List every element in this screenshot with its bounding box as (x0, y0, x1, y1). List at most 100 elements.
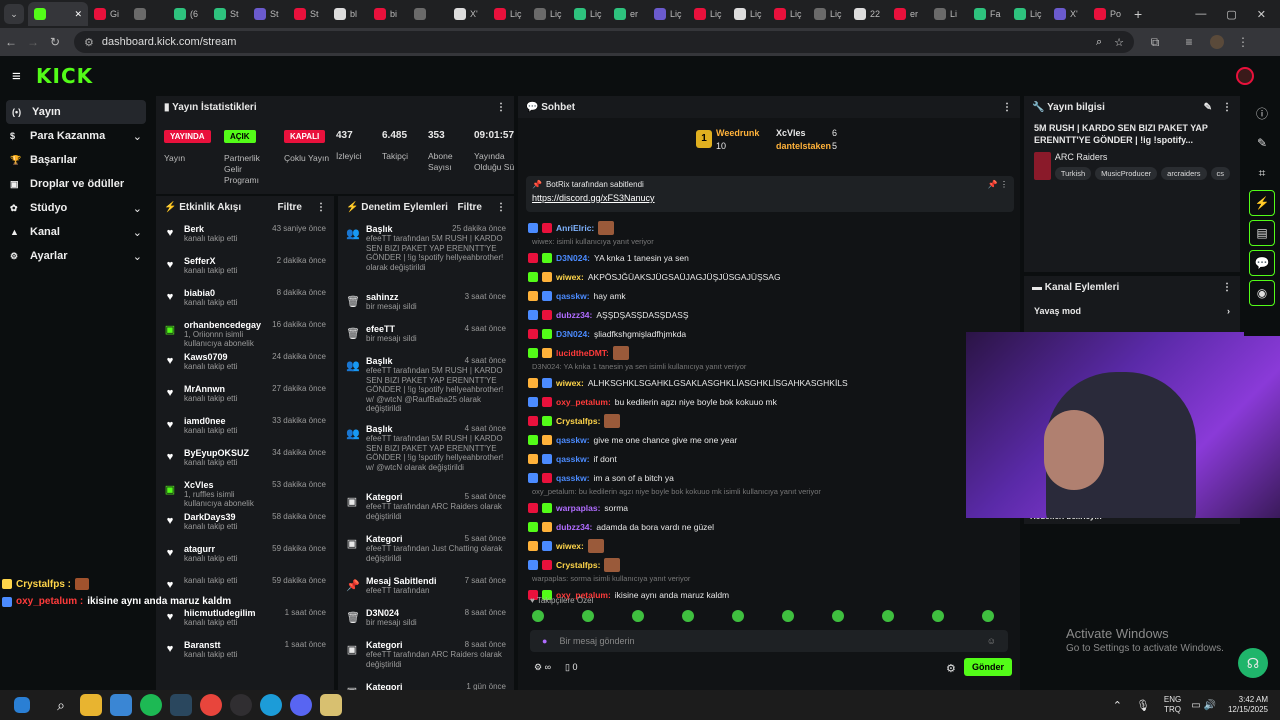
support-chat-button[interactable]: ☊ (1238, 648, 1268, 678)
send-button[interactable]: Gönder (964, 658, 1013, 676)
tab-kick[interactable]: ✕ (28, 2, 88, 26)
activity-filter-button[interactable]: Filtre (278, 202, 302, 213)
chat-username[interactable]: wiwex: (556, 272, 584, 282)
activity-menu-icon[interactable]: ⋮ (316, 202, 326, 213)
browser-tab[interactable]: er (888, 2, 928, 26)
moderation-item[interactable]: 🗑 D3N024 8 saat önce bir mesajı sildi (338, 608, 514, 640)
browser-tab[interactable]: Liç (768, 2, 808, 26)
chat-message[interactable]: D3N024: şliadfkshgmişladfhjmkda (518, 324, 1020, 343)
browser-tab[interactable]: er (608, 2, 648, 26)
chat-username[interactable]: qasskw: (556, 473, 590, 483)
chat-message[interactable]: wiwex: (518, 536, 1020, 555)
windows-start-icon[interactable] (14, 697, 30, 713)
activity-item[interactable]: ♥ SefferX kanalı takip etti 2 dakika önce (156, 256, 334, 288)
browser-tab[interactable]: Liç (688, 2, 728, 26)
browser-tab[interactable]: Liç (808, 2, 848, 26)
chat-icon[interactable]: 💬 (1249, 250, 1275, 276)
emote-icon[interactable] (982, 610, 994, 622)
chat-username[interactable]: qasskw: (556, 291, 590, 301)
browser-tab[interactable]: St (208, 2, 248, 26)
moderation-item[interactable]: ▣ Kategori 8 saat önce efeeTT tarafından AR… (338, 640, 514, 682)
moderation-item[interactable]: ▣ Kategori 5 saat önce efeeTT tarafından Ju… (338, 534, 514, 576)
emote-icon[interactable] (532, 610, 544, 622)
emote-icon[interactable] (782, 610, 794, 622)
forward-icon[interactable]: → (22, 35, 44, 49)
activity-item[interactable]: ♥ Baranstt kanalı takip etti 1 saat önce (156, 640, 334, 672)
chat-settings-icon[interactable]: ⚙ (946, 662, 956, 675)
url-input[interactable]: ⚙ dashboard.kick.com/stream ⌕ ☆ (74, 31, 1134, 53)
settings-icon[interactable]: ⚙ ∞ (534, 662, 551, 673)
emote-icon[interactable] (832, 610, 844, 622)
activity-item[interactable]: ♥ biabia0 kanalı takip etti 8 dakika önce (156, 288, 334, 320)
chat-message[interactable]: oxy_petalum: ikisine aynı anda maruz kald… (518, 585, 1020, 604)
chat-input[interactable]: ● Bir mesaj gönderin ☺ (530, 630, 1008, 652)
browser-tab[interactable]: Liç (648, 2, 688, 26)
browser-tab[interactable]: 22 (848, 2, 888, 26)
lightning-icon[interactable]: ⚡ (1249, 190, 1275, 216)
activity-item[interactable]: ♥ DarkDays39 kanalı takip etti 58 dakika ön… (156, 512, 334, 544)
browser-tab[interactable]: Liç (568, 2, 608, 26)
browser-tab[interactable]: bi (368, 2, 408, 26)
browser-tab[interactable] (408, 2, 448, 26)
activity-item[interactable]: ♥ Berk kanalı takip etti 43 saniye önce (156, 224, 334, 256)
activity-item[interactable]: ▣ orhanbencedegay 1, Oriionnn isimli kulla… (156, 320, 334, 352)
file-explorer-icon[interactable] (80, 694, 102, 716)
edit-icon[interactable]: ✎ (1204, 102, 1212, 113)
chat-username[interactable]: dubzz34: (556, 310, 592, 320)
zoom-icon[interactable]: ⌕ (1096, 36, 1102, 49)
chat-username[interactable]: D3N024: (556, 253, 590, 263)
help-icon[interactable]: ⓘ (1249, 100, 1275, 126)
browser-tab[interactable]: Po (1088, 2, 1128, 26)
unpin-icon[interactable]: 📌 ⋮ (988, 180, 1008, 189)
chat-message[interactable]: lucidtheDMT: (518, 343, 1020, 362)
chat-message[interactable]: Crystalfps: (518, 411, 1020, 430)
activity-item[interactable]: ♥ hiicmutludegilim kanalı takip etti 1 saat… (156, 608, 334, 640)
tray-chevron-icon[interactable]: ⌃ (1113, 699, 1122, 712)
steam-icon[interactable] (170, 694, 192, 716)
maximize-icon[interactable]: ▢ (1226, 8, 1236, 21)
chat-username[interactable]: D3N024: (556, 329, 590, 339)
chat-username[interactable]: lucidtheDMT: (556, 348, 609, 358)
chat-message[interactable]: qasskw: im a son of a bitch ya (518, 468, 1020, 487)
moderation-item[interactable]: ▣Kategori1 gün önce (338, 682, 514, 690)
category-name[interactable]: ARC Raiders (1055, 152, 1230, 162)
edge-icon[interactable] (260, 694, 282, 716)
chat-message[interactable]: oxy_petalum: bu kedilerin agzı niye boyle… (518, 392, 1020, 411)
moderation-item[interactable]: 🗑 sahinzz 3 saat önce bir mesajı sildi (338, 292, 514, 324)
store-icon[interactable] (110, 694, 132, 716)
search-icon[interactable]: ⌕ (50, 694, 72, 716)
emote-icon[interactable] (682, 610, 694, 622)
moderation-item[interactable]: 🗑 efeeTT 4 saat önce bir mesajı sildi (338, 324, 514, 356)
chat-username[interactable]: wiwex: (556, 541, 584, 551)
sidebar-item-5[interactable]: ▲ Kanal ⌄ (0, 220, 152, 244)
emote-icon[interactable] (732, 610, 744, 622)
activity-item[interactable]: ♥ Kaws0709 kanalı takip etti 24 dakika önce (156, 352, 334, 384)
chat-message[interactable]: Crystalfps: (518, 555, 1020, 574)
mic-icon[interactable]: ● (542, 636, 547, 646)
browser-tab[interactable]: Fa (968, 2, 1008, 26)
clipboard-icon[interactable]: ▤ (1249, 220, 1275, 246)
emote-icon[interactable] (932, 610, 944, 622)
crop-icon[interactable]: ⌗ (1249, 160, 1275, 186)
chat-username[interactable]: warpaplas: (556, 503, 600, 513)
new-tab-button[interactable]: + (1134, 6, 1142, 22)
moderation-item[interactable]: 👥 Başlık 25 dakika önce efeeTT tarafından 5… (338, 224, 514, 292)
moderation-item[interactable]: ▣ Kategori 5 saat önce efeeTT tarafından AR… (338, 492, 514, 534)
hamburger-menu-icon[interactable]: ≡ (12, 68, 21, 85)
media-icon[interactable]: ≡ (1178, 35, 1200, 49)
browser-tab[interactable]: Gi (88, 2, 128, 26)
emote-icon[interactable] (582, 610, 594, 622)
network-icon[interactable]: ▭ 🔊 (1191, 700, 1216, 711)
browser-tab[interactable]: St (248, 2, 288, 26)
chat-username[interactable]: qasskw: (556, 454, 590, 464)
sidebar-item-6[interactable]: ⚙ Ayarlar ⌄ (0, 244, 152, 268)
site-info-icon[interactable]: ⚙ (84, 36, 94, 49)
chat-message[interactable]: wiwex: AKPÖSJĞÜAKSJÜGSAÜJAGJÜŞJÜSGAJÜŞSAG (518, 267, 1020, 286)
pinned-message[interactable]: 📌 BotRix tarafından sabitlendi 📌 ⋮ https:/… (526, 176, 1014, 212)
chat-message[interactable]: dubzz34: adamda da bora vardı ne güzel (518, 517, 1020, 536)
app-icon[interactable] (320, 694, 342, 716)
browser-tab[interactable]: Li (928, 2, 968, 26)
moderation-filter-button[interactable]: Filtre (458, 202, 482, 213)
bookmark-star-icon[interactable]: ☆ (1114, 36, 1124, 49)
chat-username[interactable]: Crystalfps: (556, 560, 600, 570)
